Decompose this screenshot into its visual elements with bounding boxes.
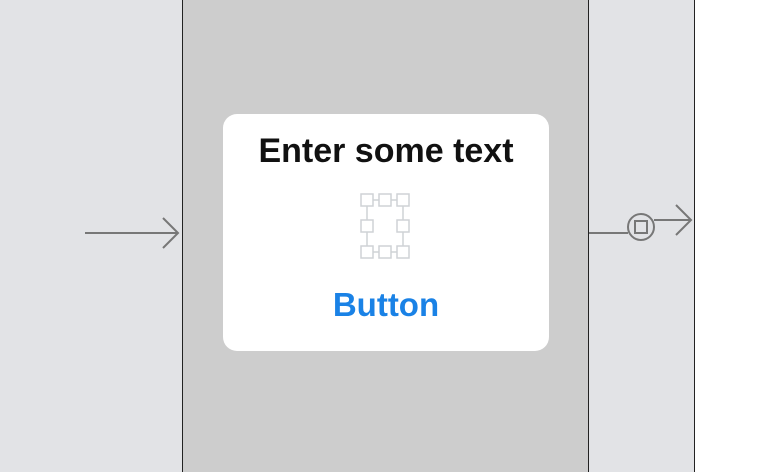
segue-icon[interactable]	[589, 204, 693, 241]
stack-view-placeholder-icon	[360, 193, 410, 259]
entry-arrow-icon[interactable]	[85, 217, 180, 249]
